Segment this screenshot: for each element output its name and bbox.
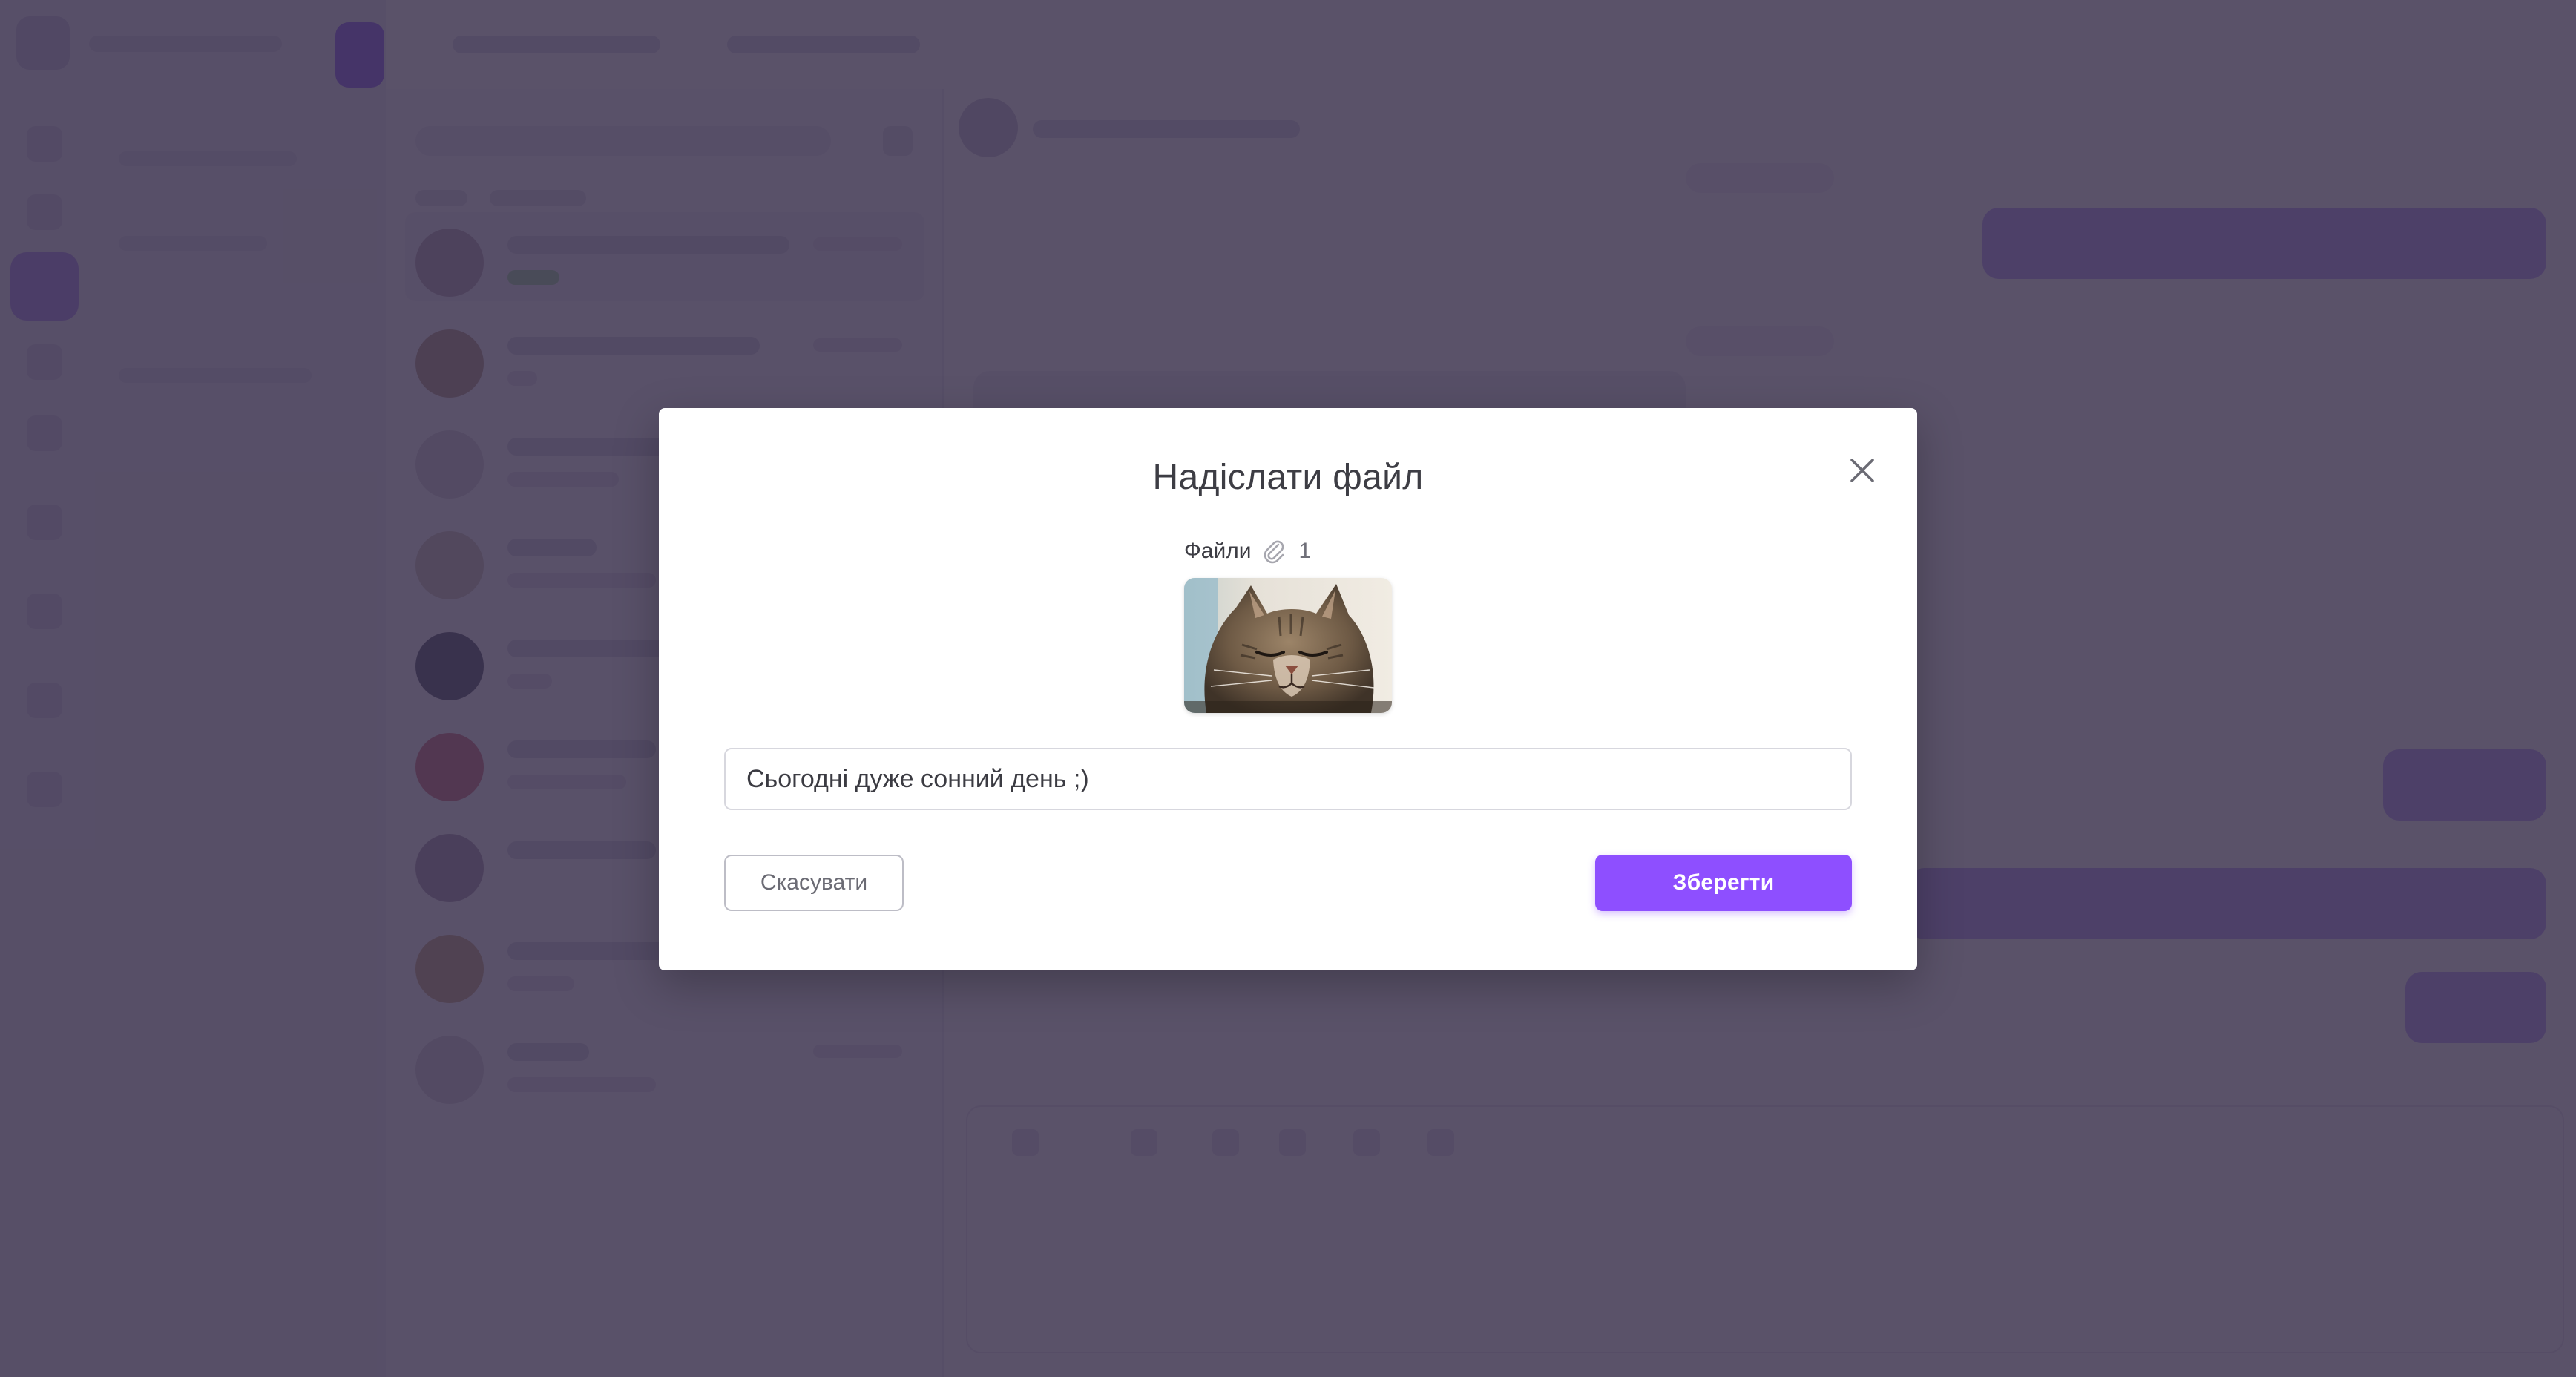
close-button[interactable] <box>1841 450 1883 491</box>
cat-photo <box>1184 578 1392 713</box>
files-header: Файли 1 <box>1184 539 1311 564</box>
cancel-button[interactable]: Скасувати <box>724 855 904 911</box>
dialog-title: Надіслати файл <box>1152 458 1424 497</box>
caption-input[interactable] <box>724 748 1852 810</box>
files-count: 1 <box>1298 539 1312 563</box>
paperclip-icon <box>1264 540 1284 564</box>
save-button[interactable]: Зберегти <box>1595 855 1852 911</box>
send-file-dialog: Надіслати файл Файли 1 Сьогодні дуже сон… <box>659 408 1917 970</box>
files-label: Файли <box>1184 539 1252 563</box>
attachment-thumbnail[interactable] <box>1184 578 1392 713</box>
close-icon <box>1850 459 1874 482</box>
